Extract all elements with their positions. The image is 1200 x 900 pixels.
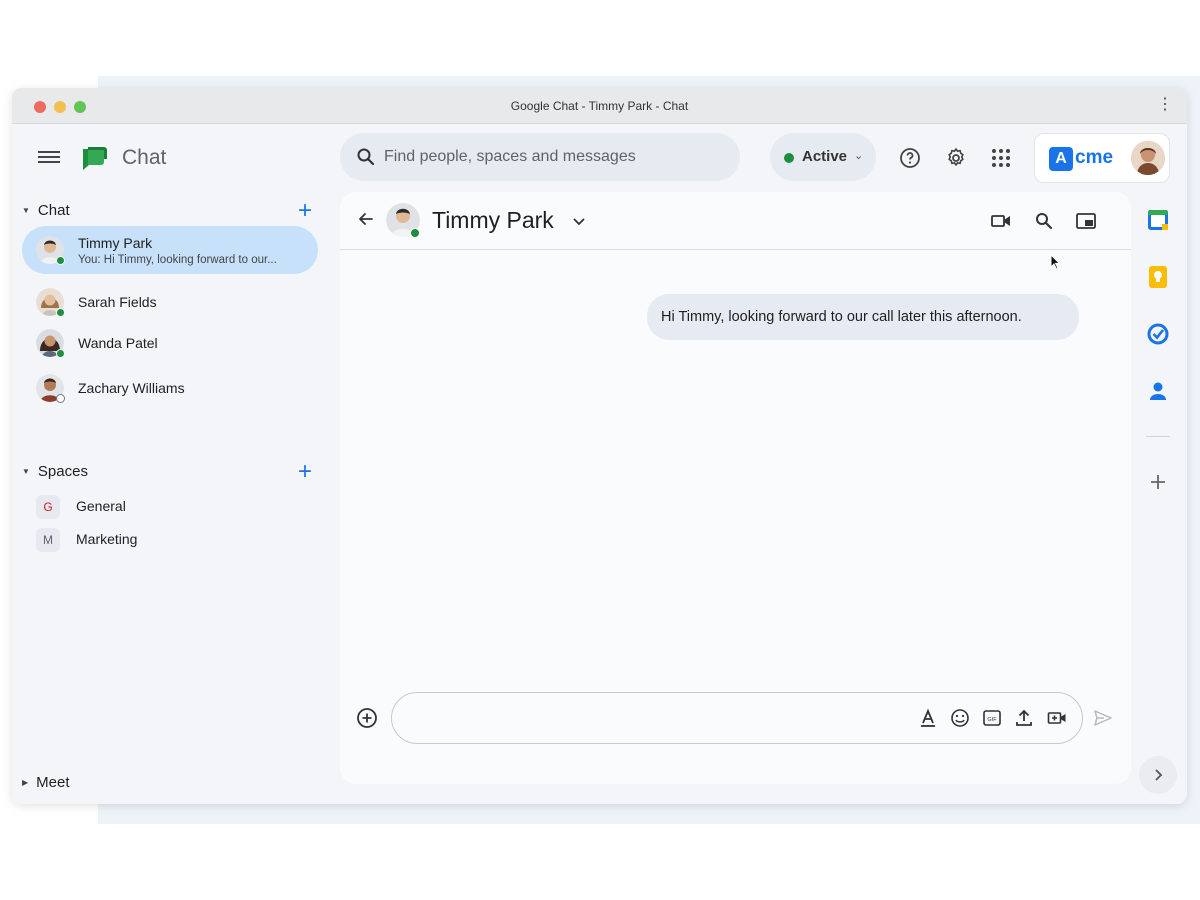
chevron-down-icon[interactable] [572, 216, 586, 226]
presence-indicator [56, 256, 65, 265]
meet-section-header[interactable]: ▶ Meet [22, 774, 70, 791]
conversation-header: Timmy Park [340, 192, 1131, 250]
collapse-triangle-icon: ▼ [22, 206, 30, 215]
add-circle-icon[interactable] [356, 707, 378, 729]
search-bar[interactable] [340, 133, 740, 181]
conversation-title[interactable]: Timmy Park [432, 207, 554, 234]
status-dot [784, 153, 794, 163]
space-name: General [76, 498, 126, 514]
space-item-general[interactable]: G General [22, 491, 318, 523]
app-name: Chat [122, 146, 167, 169]
window-title: Google Chat - Timmy Park - Chat [510, 99, 689, 113]
gif-icon[interactable]: GIF [982, 708, 1002, 728]
calendar-icon[interactable] [1143, 205, 1173, 235]
app-window: Google Chat - Timmy Park - Chat ⋮ Chat A… [12, 88, 1187, 804]
rail-divider [1146, 436, 1170, 437]
collapse-triangle-icon: ▼ [22, 467, 30, 476]
keep-icon[interactable] [1143, 262, 1173, 292]
search-input[interactable] [384, 145, 724, 169]
expand-triangle-icon: ▶ [22, 778, 29, 787]
add-icon[interactable] [1143, 467, 1173, 497]
format-text-icon[interactable] [918, 708, 938, 728]
chat-section-header[interactable]: ▼ Chat [22, 202, 70, 219]
mouse-cursor-icon [1050, 254, 1060, 270]
message-bubble: Hi Timmy, looking forward to our call la… [647, 294, 1079, 340]
main-menu-button[interactable] [38, 148, 60, 168]
conversation-item-zachary-williams[interactable]: Zachary Williams [22, 364, 318, 412]
status-selector[interactable]: Active ⌄ [770, 133, 876, 181]
picture-in-picture-icon[interactable] [1075, 210, 1097, 232]
video-call-icon[interactable] [990, 210, 1012, 232]
expand-side-panel-button[interactable] [1139, 756, 1177, 794]
status-label: Active [802, 148, 848, 165]
space-avatar: G [36, 495, 60, 519]
conversation-name: Zachary Williams [78, 380, 185, 396]
space-name: Marketing [76, 531, 138, 547]
conversation-name: Sarah Fields [78, 294, 157, 310]
search-icon [357, 148, 375, 166]
presence-indicator [410, 228, 420, 238]
meet-section-label: Meet [36, 774, 70, 791]
conversation-item-wanda-patel[interactable]: Wanda Patel [22, 319, 318, 367]
svg-text:GIF: GIF [987, 717, 997, 723]
upload-icon[interactable] [1014, 708, 1034, 728]
emoji-icon[interactable] [950, 708, 970, 728]
title-bar: Google Chat - Timmy Park - Chat ⋮ [12, 88, 1187, 124]
brand-logo-mark: A [1049, 147, 1073, 171]
spaces-section-header[interactable]: ▼ Spaces [22, 463, 88, 480]
conversation-panel: Timmy Park Hi Timmy, looking forward to … [340, 192, 1131, 784]
search-icon[interactable] [1033, 210, 1055, 232]
video-meeting-icon[interactable] [1047, 708, 1067, 728]
message-text: Hi Timmy, looking forward to our call la… [661, 309, 1022, 325]
new-space-button[interactable]: + [298, 460, 312, 484]
tasks-icon[interactable] [1143, 319, 1173, 349]
organization-account-switcher[interactable]: A cme [1034, 133, 1170, 183]
back-arrow-icon[interactable] [356, 209, 376, 229]
chat-logo-icon [83, 147, 107, 170]
presence-indicator [56, 394, 65, 403]
conversation-name: Wanda Patel [78, 335, 158, 351]
chat-section-label: Chat [37, 202, 70, 219]
apps-grid-icon[interactable] [989, 146, 1013, 170]
settings-gear-icon[interactable] [944, 146, 968, 170]
space-item-marketing[interactable]: M Marketing [22, 524, 318, 556]
presence-indicator [56, 349, 65, 358]
spaces-section-label: Spaces [37, 463, 88, 480]
chevron-right-icon [1155, 769, 1163, 781]
space-avatar: M [36, 528, 60, 552]
chevron-down-icon: ⌄ [854, 150, 864, 162]
send-icon[interactable] [1092, 707, 1114, 729]
message-composer[interactable]: GIF [391, 692, 1083, 744]
more-vert-icon[interactable]: ⋮ [1157, 97, 1173, 113]
account-avatar[interactable] [1131, 141, 1165, 175]
brand-wordmark: cme [1075, 147, 1114, 168]
contacts-icon[interactable] [1143, 376, 1173, 406]
presence-indicator [56, 308, 65, 317]
conversation-item-timmy-park[interactable]: Timmy Park You: Hi Timmy, looking forwar… [22, 226, 318, 274]
new-chat-button[interactable]: + [298, 199, 312, 223]
conversation-preview: You: Hi Timmy, looking forward to our... [78, 254, 277, 266]
conversation-name: Timmy Park [78, 235, 153, 251]
help-icon[interactable] [898, 146, 922, 170]
